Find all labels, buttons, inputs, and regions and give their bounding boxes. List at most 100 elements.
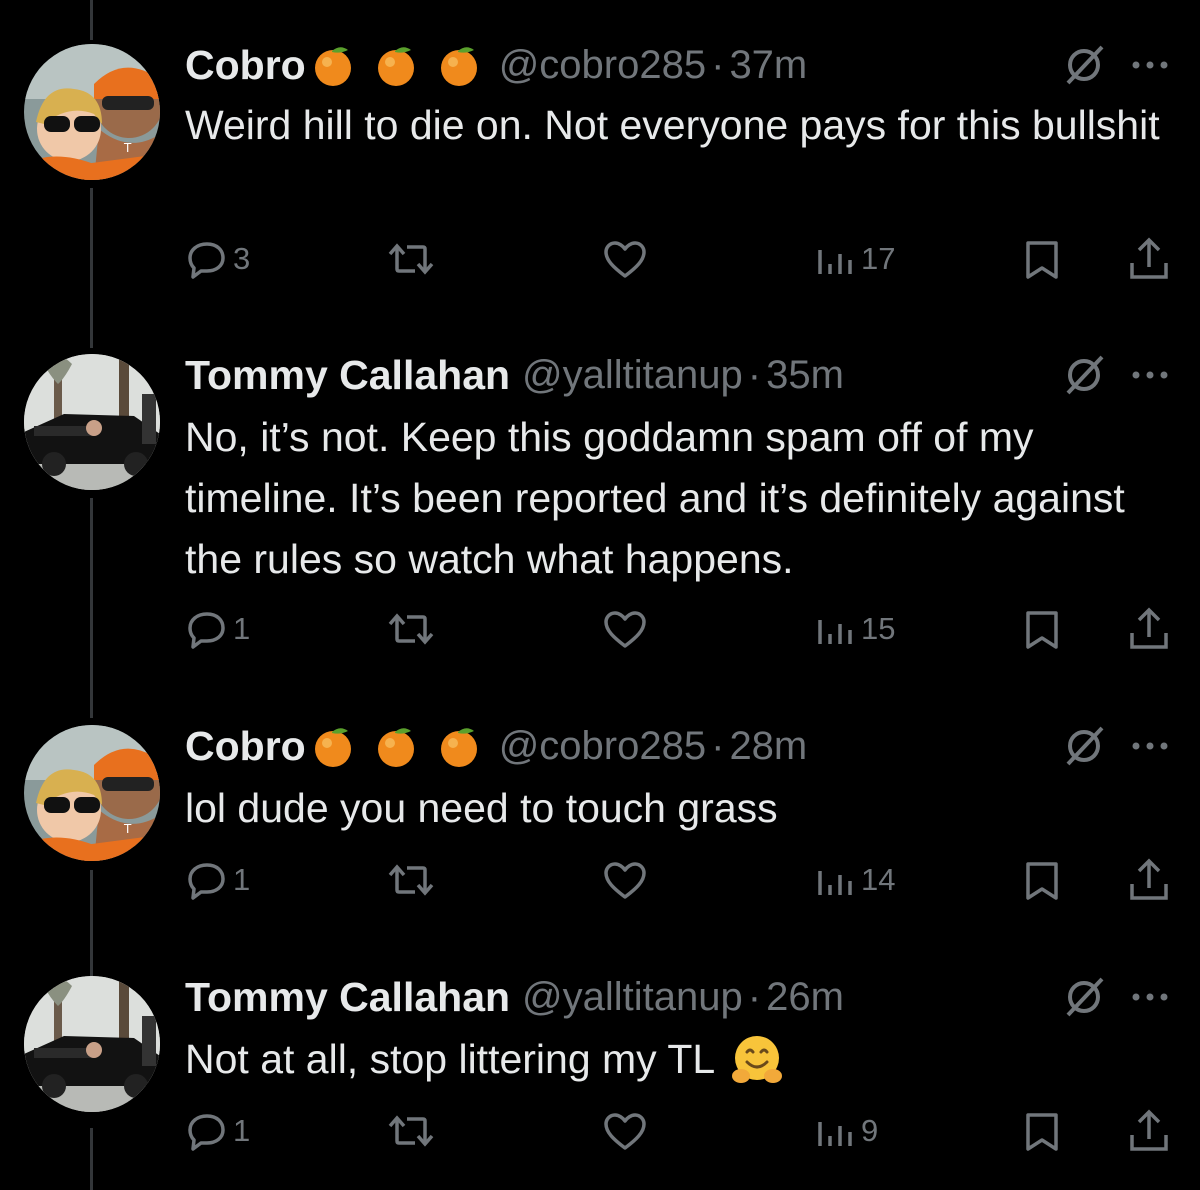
tweet-text: lol dude you need to touch grass bbox=[185, 785, 778, 831]
tweet-text: Weird hill to die on. Not everyone pays … bbox=[185, 102, 1160, 148]
views-icon bbox=[818, 620, 852, 644]
reply-icon bbox=[188, 612, 225, 649]
display-name[interactable]: Tommy Callahan bbox=[185, 974, 510, 1021]
like-button[interactable] bbox=[603, 862, 647, 900]
share-button[interactable] bbox=[1128, 607, 1170, 651]
timestamp[interactable]: 35m bbox=[766, 353, 844, 398]
reply-icon bbox=[188, 863, 225, 900]
retweet-icon bbox=[388, 1115, 434, 1147]
bookmark-button[interactable] bbox=[1024, 610, 1060, 650]
action-bar: 1 15 bbox=[0, 607, 1200, 657]
tweet-text-content: Not at all, stop littering my TL bbox=[185, 1036, 716, 1082]
svg-text:T: T bbox=[123, 822, 132, 836]
share-button[interactable] bbox=[1128, 237, 1170, 281]
reply-button[interactable]: 3 bbox=[187, 239, 250, 279]
tweet-text: Not at all, stop littering my TL bbox=[185, 1029, 1175, 1090]
separator: · bbox=[747, 974, 762, 1019]
share-button[interactable] bbox=[1128, 1109, 1170, 1153]
views-button[interactable]: 17 bbox=[815, 241, 895, 277]
bookmark-button[interactable] bbox=[1024, 861, 1060, 901]
orange-emoji-icon bbox=[377, 47, 414, 86]
retweet-button[interactable] bbox=[387, 241, 435, 277]
reply-button[interactable]: 1 bbox=[187, 860, 250, 900]
heart-icon bbox=[604, 1113, 646, 1150]
timestamp[interactable]: 37m bbox=[729, 43, 807, 88]
views-button[interactable]: 15 bbox=[815, 611, 895, 647]
views-icon bbox=[818, 1122, 852, 1146]
action-bar: 1 9 bbox=[0, 1109, 1200, 1159]
share-icon bbox=[1130, 237, 1168, 279]
like-button[interactable] bbox=[603, 611, 647, 649]
handle[interactable]: @yalltitanup bbox=[522, 975, 743, 1020]
more-icon[interactable] bbox=[1128, 55, 1172, 75]
separator: · bbox=[711, 723, 725, 768]
avatar[interactable] bbox=[24, 354, 160, 490]
tweet-header: Cobro @cobro285 · 28m bbox=[185, 716, 807, 776]
view-count: 17 bbox=[861, 241, 896, 276]
grok-icon[interactable] bbox=[1062, 724, 1106, 768]
retweet-icon bbox=[388, 243, 434, 275]
handle[interactable]: @yalltitanup bbox=[522, 353, 743, 398]
reply-icon bbox=[188, 242, 225, 279]
views-icon bbox=[818, 871, 852, 895]
tweet[interactable]: T Cobro @cobro285 · 28m lol dude you nee… bbox=[0, 716, 1200, 916]
share-button[interactable] bbox=[1128, 858, 1170, 902]
grok-icon[interactable] bbox=[1062, 353, 1106, 397]
share-icon bbox=[1130, 607, 1168, 649]
more-icon[interactable] bbox=[1128, 736, 1172, 756]
display-name[interactable]: Cobro bbox=[185, 42, 306, 89]
orange-emoji-icon bbox=[314, 47, 351, 86]
reply-button[interactable]: 1 bbox=[187, 1111, 250, 1151]
view-count: 15 bbox=[861, 611, 896, 646]
bookmark-button[interactable] bbox=[1024, 240, 1060, 280]
share-icon bbox=[1130, 858, 1168, 900]
retweet-button[interactable] bbox=[387, 611, 435, 647]
handle[interactable]: @cobro285 bbox=[499, 724, 706, 769]
views-button[interactable]: 9 bbox=[815, 1113, 878, 1149]
orange-emoji-icon bbox=[440, 728, 477, 767]
orange-emoji-icon bbox=[314, 728, 351, 767]
reply-count: 1 bbox=[233, 862, 251, 897]
name-emojis bbox=[310, 723, 499, 769]
heart-icon bbox=[604, 862, 646, 899]
bookmark-button[interactable] bbox=[1024, 1112, 1060, 1152]
grok-icon[interactable] bbox=[1062, 975, 1106, 1019]
more-icon[interactable] bbox=[1128, 365, 1172, 385]
tweet[interactable]: Tommy Callahan @yalltitanup · 35m No, it… bbox=[0, 345, 1200, 665]
retweet-button[interactable] bbox=[387, 862, 435, 898]
view-count: 9 bbox=[861, 1113, 879, 1148]
avatar[interactable]: T bbox=[24, 725, 160, 861]
tweet[interactable]: Tommy Callahan @yalltitanup · 26m Not at… bbox=[0, 967, 1200, 1177]
timestamp[interactable]: 26m bbox=[766, 975, 844, 1020]
thread-line bbox=[90, 0, 93, 40]
avatar[interactable] bbox=[24, 976, 160, 1112]
retweet-icon bbox=[388, 864, 434, 896]
retweet-icon bbox=[388, 613, 434, 645]
retweet-button[interactable] bbox=[387, 1113, 435, 1149]
heart-icon bbox=[604, 241, 646, 278]
orange-emoji-icon bbox=[440, 47, 477, 86]
more-icon[interactable] bbox=[1128, 987, 1172, 1007]
heart-icon bbox=[604, 611, 646, 648]
handle[interactable]: @cobro285 bbox=[499, 43, 706, 88]
display-name[interactable]: Cobro bbox=[185, 723, 306, 770]
orange-emoji-icon bbox=[377, 728, 414, 767]
bookmark-icon bbox=[1026, 862, 1058, 900]
tweet-header: Tommy Callahan @yalltitanup · 26m bbox=[185, 967, 844, 1027]
tweet[interactable]: T Cobro @cobro285 · 37m Weird hill to di… bbox=[0, 35, 1200, 305]
grok-icon[interactable] bbox=[1062, 43, 1106, 87]
share-icon bbox=[1130, 1109, 1168, 1151]
like-button[interactable] bbox=[603, 241, 647, 279]
bookmark-icon bbox=[1026, 611, 1058, 649]
views-button[interactable]: 14 bbox=[815, 862, 895, 898]
reply-count: 3 bbox=[233, 241, 251, 276]
display-name[interactable]: Tommy Callahan bbox=[185, 352, 510, 399]
name-emojis bbox=[310, 42, 499, 88]
tweet-header: Tommy Callahan @yalltitanup · 35m bbox=[185, 345, 844, 405]
reply-button[interactable]: 1 bbox=[187, 609, 250, 649]
hugging-face-emoji-icon bbox=[732, 1035, 783, 1083]
like-button[interactable] bbox=[603, 1113, 647, 1151]
avatar[interactable]: T bbox=[24, 44, 160, 180]
timestamp[interactable]: 28m bbox=[729, 724, 807, 769]
tweet-header: Cobro @cobro285 · 37m bbox=[185, 35, 807, 95]
